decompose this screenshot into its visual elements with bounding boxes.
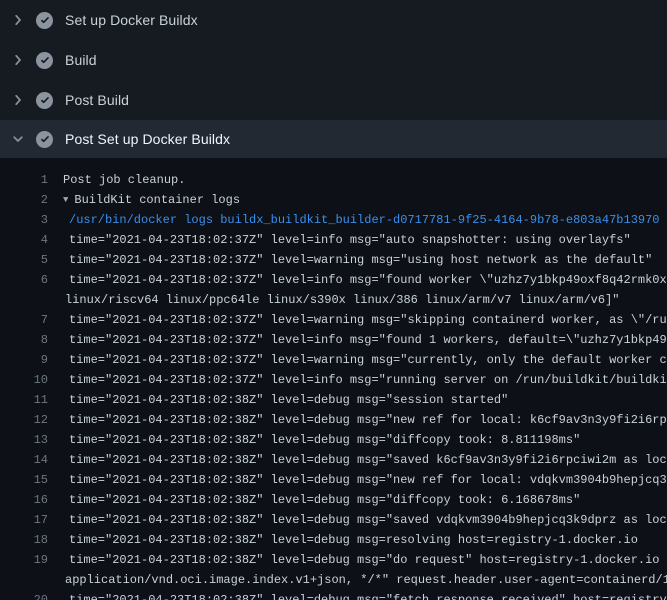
log-line-text: time="2021-04-23T18:02:38Z" level=debug … bbox=[69, 510, 667, 530]
log-line-5: 5 time="2021-04-23T18:02:37Z" level=warn… bbox=[0, 250, 667, 270]
check-circle-icon bbox=[36, 12, 53, 29]
log-line-3: 3 /usr/bin/docker logs buildx_buildkit_b… bbox=[0, 210, 667, 230]
step-label: Build bbox=[65, 52, 97, 68]
log-line-10: 10 time="2021-04-23T18:02:37Z" level=inf… bbox=[0, 370, 667, 390]
log-line-number[interactable]: 19 bbox=[0, 550, 48, 570]
log-line-number[interactable]: 11 bbox=[0, 390, 48, 410]
log-line-wrap: linux/riscv64 linux/ppc64le linux/s390x … bbox=[0, 290, 667, 310]
log-line-text: time="2021-04-23T18:02:37Z" level=info m… bbox=[69, 370, 667, 390]
actions-log-viewer: Set up Docker Buildx Build Post Build Po… bbox=[0, 0, 667, 600]
chevron-right-icon bbox=[10, 92, 26, 108]
log-output: 1 Post job cleanup. 2 ▼BuildKit containe… bbox=[0, 158, 667, 600]
check-circle-icon bbox=[36, 131, 53, 148]
log-line-number[interactable]: 17 bbox=[0, 510, 48, 530]
log-line-number[interactable]: 3 bbox=[0, 210, 48, 230]
log-line-number[interactable]: 13 bbox=[0, 430, 48, 450]
log-line-number[interactable]: 8 bbox=[0, 330, 48, 350]
log-line-number[interactable]: 12 bbox=[0, 410, 48, 430]
log-line-text: time="2021-04-23T18:02:38Z" level=debug … bbox=[69, 410, 667, 430]
log-line-12: 12 time="2021-04-23T18:02:38Z" level=deb… bbox=[0, 410, 667, 430]
log-line-text: time="2021-04-23T18:02:38Z" level=debug … bbox=[69, 590, 667, 600]
log-line-9: 9 time="2021-04-23T18:02:37Z" level=warn… bbox=[0, 350, 667, 370]
step-header-2[interactable]: Post Build bbox=[0, 80, 667, 120]
log-line-number[interactable]: 14 bbox=[0, 450, 48, 470]
log-line-7: 7 time="2021-04-23T18:02:37Z" level=warn… bbox=[0, 310, 667, 330]
log-line-text: ▼BuildKit container logs bbox=[63, 190, 240, 210]
log-line-2: 2 ▼BuildKit container logs bbox=[0, 190, 667, 210]
log-line-wrap: application/vnd.oci.image.index.v1+json,… bbox=[0, 570, 667, 590]
log-line-text: linux/riscv64 linux/ppc64le linux/s390x … bbox=[65, 290, 620, 310]
log-line-text: time="2021-04-23T18:02:38Z" level=debug … bbox=[69, 530, 638, 550]
step-header-3[interactable]: Post Set up Docker Buildx bbox=[0, 120, 667, 158]
log-line-number[interactable]: 4 bbox=[0, 230, 48, 250]
log-line-number[interactable]: 20 bbox=[0, 590, 48, 600]
chevron-right-icon bbox=[10, 12, 26, 28]
log-line-text: application/vnd.oci.image.index.v1+json,… bbox=[65, 570, 667, 590]
log-line-19: 19 time="2021-04-23T18:02:38Z" level=deb… bbox=[0, 550, 667, 570]
step-label: Post Build bbox=[65, 92, 129, 108]
log-line-number[interactable]: 9 bbox=[0, 350, 48, 370]
log-line-16: 16 time="2021-04-23T18:02:38Z" level=deb… bbox=[0, 490, 667, 510]
log-line-17: 17 time="2021-04-23T18:02:38Z" level=deb… bbox=[0, 510, 667, 530]
log-line-number[interactable]: 1 bbox=[0, 170, 48, 190]
log-line-8: 8 time="2021-04-23T18:02:37Z" level=info… bbox=[0, 330, 667, 350]
log-line-text: time="2021-04-23T18:02:37Z" level=info m… bbox=[69, 270, 667, 290]
log-line-text: time="2021-04-23T18:02:38Z" level=debug … bbox=[69, 390, 508, 410]
log-line-1: 1 Post job cleanup. bbox=[0, 170, 667, 190]
log-line-13: 13 time="2021-04-23T18:02:38Z" level=deb… bbox=[0, 430, 667, 450]
log-line-6: 6 time="2021-04-23T18:02:37Z" level=info… bbox=[0, 270, 667, 290]
log-line-text: time="2021-04-23T18:02:37Z" level=info m… bbox=[69, 230, 631, 250]
step-label: Post Set up Docker Buildx bbox=[65, 131, 230, 147]
step-header-0[interactable]: Set up Docker Buildx bbox=[0, 0, 667, 40]
log-line-number[interactable]: 2 bbox=[0, 190, 48, 210]
triangle-down-icon[interactable]: ▼ bbox=[63, 190, 68, 210]
log-line-number[interactable]: 10 bbox=[0, 370, 48, 390]
log-line-text: time="2021-04-23T18:02:38Z" level=debug … bbox=[69, 490, 580, 510]
log-line-15: 15 time="2021-04-23T18:02:38Z" level=deb… bbox=[0, 470, 667, 490]
log-line-text: Post job cleanup. bbox=[63, 170, 185, 190]
log-line-11: 11 time="2021-04-23T18:02:38Z" level=deb… bbox=[0, 390, 667, 410]
step-label: Set up Docker Buildx bbox=[65, 12, 198, 28]
log-line-number[interactable]: 7 bbox=[0, 310, 48, 330]
log-line-4: 4 time="2021-04-23T18:02:37Z" level=info… bbox=[0, 230, 667, 250]
check-circle-icon bbox=[36, 92, 53, 109]
log-line-number[interactable]: 15 bbox=[0, 470, 48, 490]
log-line-number bbox=[0, 570, 48, 590]
step-header-1[interactable]: Build bbox=[0, 40, 667, 80]
log-line-text: time="2021-04-23T18:02:37Z" level=info m… bbox=[69, 330, 667, 350]
chevron-down-icon bbox=[10, 131, 26, 147]
log-line-text: time="2021-04-23T18:02:38Z" level=debug … bbox=[69, 470, 667, 490]
log-line-text: time="2021-04-23T18:02:37Z" level=warnin… bbox=[69, 350, 667, 370]
log-line-text: time="2021-04-23T18:02:38Z" level=debug … bbox=[69, 550, 667, 570]
log-line-text: /usr/bin/docker logs buildx_buildkit_bui… bbox=[69, 210, 660, 230]
log-line-number[interactable]: 18 bbox=[0, 530, 48, 550]
step-list: Set up Docker Buildx Build Post Build Po… bbox=[0, 0, 667, 158]
log-line-20: 20 time="2021-04-23T18:02:38Z" level=deb… bbox=[0, 590, 667, 600]
log-line-number bbox=[0, 290, 48, 310]
log-line-text: time="2021-04-23T18:02:37Z" level=warnin… bbox=[69, 250, 652, 270]
log-line-text: time="2021-04-23T18:02:37Z" level=warnin… bbox=[69, 310, 667, 330]
log-line-text: time="2021-04-23T18:02:38Z" level=debug … bbox=[69, 430, 580, 450]
chevron-right-icon bbox=[10, 52, 26, 68]
log-line-14: 14 time="2021-04-23T18:02:38Z" level=deb… bbox=[0, 450, 667, 470]
check-circle-icon bbox=[36, 52, 53, 69]
log-line-18: 18 time="2021-04-23T18:02:38Z" level=deb… bbox=[0, 530, 667, 550]
log-line-number[interactable]: 6 bbox=[0, 270, 48, 290]
log-line-number[interactable]: 5 bbox=[0, 250, 48, 270]
log-line-text: time="2021-04-23T18:02:38Z" level=debug … bbox=[69, 450, 667, 470]
log-line-number[interactable]: 16 bbox=[0, 490, 48, 510]
